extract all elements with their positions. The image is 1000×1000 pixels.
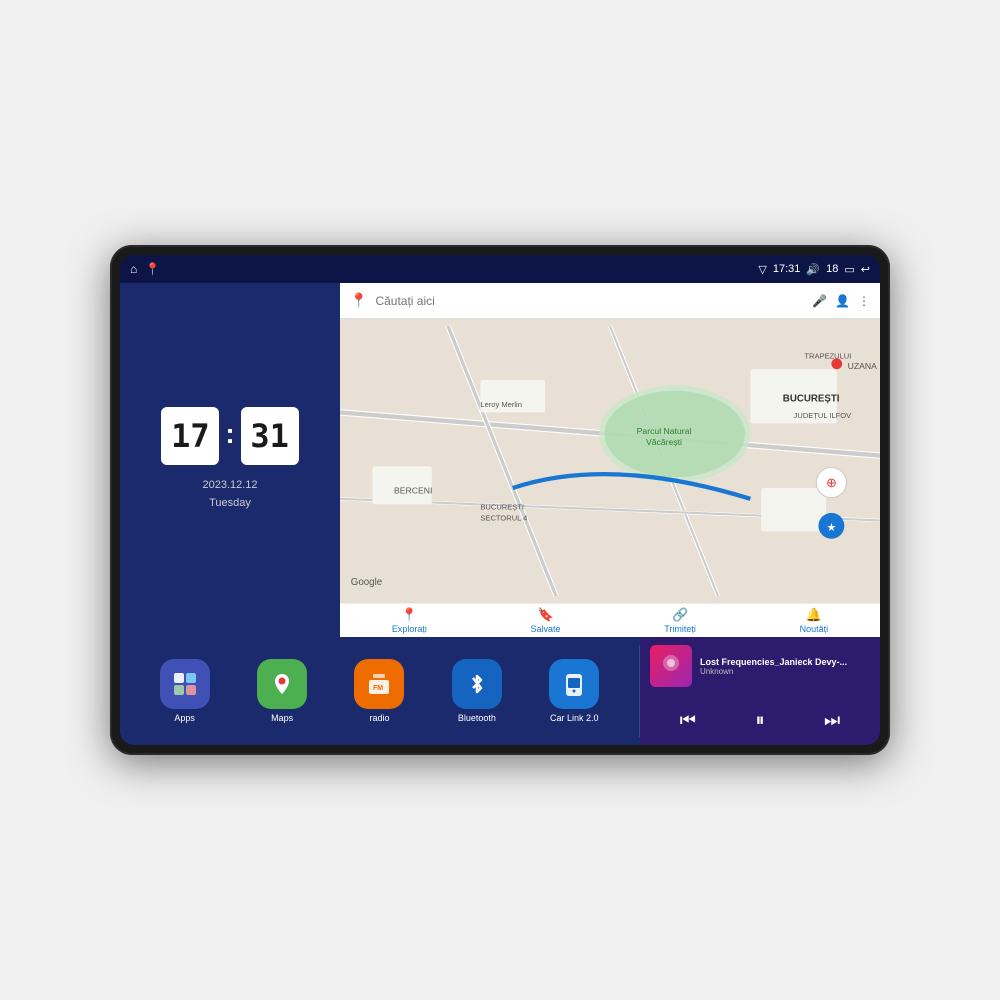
trimiteți-label: Trimiteți [664,624,696,634]
volume-icon: 🔊 [806,263,820,276]
clock-minute: 31 [241,407,299,465]
map-panel: 📍 🎤 👤 ⋮ [340,283,880,637]
device-frame: ⌂ 📍 ▽ 17:31 🔊 18 ▭ ↩ 17 : [110,245,890,755]
clock-hour: 17 [161,407,219,465]
main-content: 17 : 31 2023.12.12 Tuesday 📍 🎤 [120,283,880,745]
svg-text:FM: FM [373,685,383,692]
signal-icon: ▽ [758,263,766,276]
music-thumbnail [650,645,692,687]
clock-display: 17 : 31 [161,407,298,465]
map-nav-bar: 📍 Explorați 🔖 Salvate 🔗 Trimiteți � [340,603,880,637]
home-icon[interactable]: ⌂ [130,262,137,276]
svg-text:JUDEȚUL ILFOV: JUDEȚUL ILFOV [794,411,852,420]
clock-date: 2023.12.12 Tuesday [202,477,257,512]
map-user-icon[interactable]: 👤 [835,294,850,308]
status-time: 17:31 [773,263,801,275]
status-right: ▽ 17:31 🔊 18 ▭ ↩ [758,263,870,276]
maps-status-icon[interactable]: 📍 [145,262,160,276]
svg-text:⊕: ⊕ [826,475,837,490]
music-artist: Unknown [700,667,870,676]
bluetooth-label: Bluetooth [458,713,496,723]
svg-text:BUCUREȘTI: BUCUREȘTI [783,394,840,405]
music-controls: ⏮ ⏸ ⏭ [650,704,870,737]
map-mic-icon[interactable]: 🎤 [812,294,827,308]
trimiteți-icon: 🔗 [672,607,688,623]
bluetooth-icon [452,659,502,709]
top-section: 17 : 31 2023.12.12 Tuesday 📍 🎤 [120,283,880,637]
app-item-carlink[interactable]: Car Link 2.0 [549,659,599,723]
back-icon[interactable]: ↩ [861,263,870,276]
bottom-section: Apps Maps [120,637,880,745]
explorați-icon: 📍 [401,607,417,623]
map-search-input[interactable] [375,294,804,308]
status-bar: ⌂ 📍 ▽ 17:31 🔊 18 ▭ ↩ [120,255,880,283]
music-next-button[interactable]: ⏭ [816,708,848,733]
music-text: Lost Frequencies_Janieck Devy-... Unknow… [700,657,870,676]
volume-level: 18 [826,263,838,275]
clock-panel: 17 : 31 2023.12.12 Tuesday [120,283,340,637]
svg-text:Google: Google [351,577,382,588]
carlink-icon [549,659,599,709]
svg-text:SECTORUL 4: SECTORUL 4 [480,513,527,522]
radio-label: radio [369,713,389,723]
svg-text:BERCENI: BERCENI [394,485,432,495]
svg-text:Leroy Merlin: Leroy Merlin [480,400,522,409]
device-screen: ⌂ 📍 ▽ 17:31 🔊 18 ▭ ↩ 17 : [120,255,880,745]
map-search-bar[interactable]: 📍 🎤 👤 ⋮ [340,283,880,319]
svg-text:TRAPEZULUI: TRAPEZULUI [804,351,851,360]
salvate-icon: 🔖 [537,607,553,623]
clock-colon: : [225,418,234,450]
music-panel: Lost Frequencies_Janieck Devy-... Unknow… [640,637,880,745]
map-body[interactable]: Parcul Natural Văcărești BUCUREȘTI JUDEȚ… [340,319,880,603]
svg-text:UZANA: UZANA [848,361,877,371]
noutăți-icon: 🔔 [806,607,822,623]
map-nav-trimiteți[interactable]: 🔗 Trimiteți [664,607,696,634]
status-left: ⌂ 📍 [130,262,160,276]
svg-text:BUCUREȘTI: BUCUREȘTI [480,503,524,512]
app-item-maps[interactable]: Maps [257,659,307,723]
apps-icon [160,659,210,709]
explorați-label: Explorați [392,624,427,634]
svg-text:Văcărești: Văcărești [646,437,682,447]
music-play-button[interactable]: ⏸ [748,708,773,733]
svg-text:★: ★ [827,522,837,534]
maps-label: Maps [271,713,293,723]
map-nav-salvate[interactable]: 🔖 Salvate [531,607,561,634]
music-prev-button[interactable]: ⏮ [672,708,704,733]
app-item-radio[interactable]: FM radio [354,659,404,723]
map-grid-icon[interactable]: ⋮ [858,294,870,308]
app-item-bluetooth[interactable]: Bluetooth [452,659,502,723]
apps-section: Apps Maps [120,637,639,745]
music-thumb-art [650,645,692,687]
svg-text:Parcul Natural: Parcul Natural [637,426,692,436]
map-pin-icon: 📍 [350,292,367,309]
radio-icon: FM [354,659,404,709]
noutăți-label: Noutăți [800,624,829,634]
salvate-label: Salvate [531,624,561,634]
apps-label: Apps [174,713,195,723]
map-nav-explorați[interactable]: 📍 Explorați [392,607,427,634]
maps-icon [257,659,307,709]
map-nav-noutăți[interactable]: 🔔 Noutăți [800,607,829,634]
music-title: Lost Frequencies_Janieck Devy-... [700,657,870,667]
battery-icon: ▭ [844,263,854,276]
carlink-label: Car Link 2.0 [550,713,599,723]
music-info: Lost Frequencies_Janieck Devy-... Unknow… [650,645,870,687]
app-item-apps[interactable]: Apps [160,659,210,723]
